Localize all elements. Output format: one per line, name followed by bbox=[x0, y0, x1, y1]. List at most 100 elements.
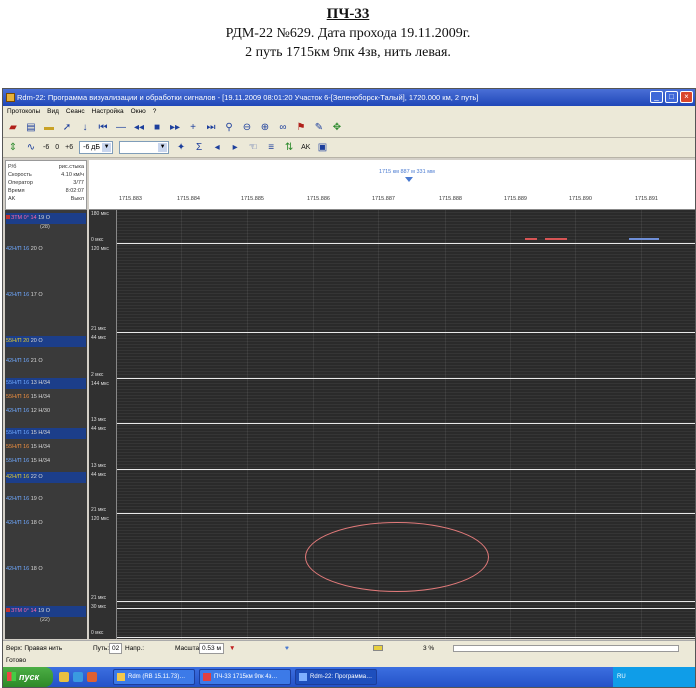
channel-row[interactable]: 42Н/П 16 19 О bbox=[6, 494, 86, 505]
status-percent: 3 % bbox=[423, 645, 435, 652]
fast-forward-icon[interactable]: ▸▸ bbox=[169, 122, 181, 134]
step-icon[interactable]: ⇅ bbox=[283, 142, 295, 154]
start-button[interactable]: пуск bbox=[3, 667, 53, 687]
task-item[interactable]: ПЧ-33 1715км 9пк 4з… bbox=[199, 669, 291, 685]
ruler-tick: 1715.889 bbox=[504, 196, 527, 202]
mode-select[interactable]: ▼ bbox=[119, 141, 170, 154]
scale-dropdown-icon[interactable]: ▼ bbox=[229, 641, 235, 656]
task-item[interactable]: Rdm (RB 15.11.73)… bbox=[113, 669, 195, 685]
next-icon[interactable]: ▸ bbox=[229, 142, 241, 154]
channel-row[interactable]: 55Н/П 16 15 Н/34 bbox=[6, 456, 86, 467]
app-icon bbox=[117, 673, 125, 681]
maximize-button[interactable]: □ bbox=[665, 91, 678, 103]
task-item[interactable]: Rdm-22: Программа… bbox=[295, 669, 377, 685]
quick-launch-icon[interactable] bbox=[87, 672, 97, 682]
stop-icon[interactable]: ■ bbox=[151, 122, 163, 134]
coordinate-ruler[interactable]: 1715 км 887 м 331 мм 1715.883 1715.884 1… bbox=[89, 160, 695, 210]
zoom-out-icon[interactable]: ⊖ bbox=[241, 122, 253, 134]
minimize-button[interactable]: _ bbox=[650, 91, 663, 103]
prev-icon[interactable]: ◂ bbox=[211, 142, 223, 154]
channel-row[interactable]: 55Н/П 16 15 Н/34 bbox=[6, 392, 86, 403]
gain-plus-button[interactable]: +6 bbox=[65, 144, 73, 151]
waveform-icon[interactable]: ∿ bbox=[25, 142, 37, 154]
lines-icon[interactable]: ≡ bbox=[265, 142, 277, 154]
quick-launch-icon[interactable] bbox=[73, 672, 83, 682]
channel-row[interactable]: 42Н/П 16 21 О bbox=[6, 356, 86, 367]
marker-icon[interactable]: ✦ bbox=[175, 142, 187, 154]
folder-icon[interactable]: ▬ bbox=[43, 122, 55, 134]
system-tray: RU bbox=[613, 667, 695, 687]
signal-plot[interactable]: 180 мкс 0 мкс 120 мкс 21 мкс 44 мкс 2 мк… bbox=[89, 210, 695, 639]
edit-icon[interactable]: ✎ bbox=[313, 122, 325, 134]
channel-panel: Р/б рис.стыка Скорость 4.10 км/ч Оператор 3… bbox=[5, 160, 87, 639]
rewind-icon[interactable]: ◂◂ bbox=[133, 122, 145, 134]
status-scale-value: 0.53 м bbox=[199, 643, 224, 654]
book-icon[interactable]: ▰ bbox=[7, 122, 19, 134]
db-select-value: -6 дБ bbox=[83, 144, 100, 151]
menu-settings[interactable]: Настройка bbox=[92, 106, 124, 118]
skip-back-icon[interactable]: ⏮ bbox=[97, 122, 109, 134]
hand-icon[interactable]: ☜ bbox=[247, 142, 259, 154]
channel-separator bbox=[117, 243, 695, 244]
menu-window[interactable]: Окно bbox=[131, 106, 146, 118]
grid-line bbox=[510, 210, 511, 639]
main-toolbar: ▰ ▤ ▬ ➚ ↓ ⏮ — ◂◂ ■ ▸▸ + ⏭ ⚲ ⊖ ⊕ ∞ ⚑ ✎ ✥ bbox=[3, 118, 695, 138]
channel-row[interactable]: 42Н/П 16 22 О bbox=[6, 472, 86, 483]
print-icon[interactable]: ▤ bbox=[25, 122, 37, 134]
menu-view[interactable]: Вид bbox=[47, 106, 59, 118]
channel-separator bbox=[117, 601, 695, 602]
grid-line bbox=[247, 210, 248, 639]
channel-row[interactable]: 42Н/П 16 18 О bbox=[6, 564, 86, 575]
gain-zero-button[interactable]: 0 bbox=[55, 144, 59, 151]
channel-separator bbox=[117, 469, 695, 470]
defect-mark bbox=[629, 238, 659, 240]
y-label: 21 мкс bbox=[91, 507, 107, 513]
status-direction-label: Напр.: bbox=[125, 645, 145, 652]
grid-line bbox=[313, 210, 314, 639]
info-box: Р/б рис.стыка Скорость 4.10 км/ч Оператор 3… bbox=[5, 160, 87, 210]
channel-row[interactable]: 42Н/П 16 12 Н/30 bbox=[6, 406, 86, 417]
export-icon[interactable]: ➚ bbox=[61, 122, 73, 134]
zoom-icon[interactable]: ⚲ bbox=[223, 122, 235, 134]
menu-help[interactable]: ? bbox=[153, 106, 157, 118]
channel-row[interactable]: 55Н/П 20 20 О bbox=[6, 336, 86, 347]
channel-separator bbox=[117, 513, 695, 514]
channel-row[interactable]: 42Н/П 16 18 О bbox=[6, 518, 86, 529]
channel-row[interactable]: 42Н/П 16 20 О bbox=[6, 244, 86, 255]
app-icon bbox=[203, 673, 211, 681]
ruler-tick: 1715.891 bbox=[635, 196, 658, 202]
status-rail: Верх: Правая нить bbox=[6, 645, 63, 652]
flag-icon[interactable]: ⚑ bbox=[295, 122, 307, 134]
move-icon[interactable]: ✥ bbox=[331, 122, 343, 134]
position-marker-icon[interactable] bbox=[405, 177, 413, 182]
y-axis-labels: 180 мкс 0 мкс 120 мкс 21 мкс 44 мкс 2 мк… bbox=[89, 210, 117, 639]
info-row: Скорость 4.10 км/ч bbox=[8, 172, 84, 178]
channel-row[interactable]: 55Н/П 16 15 Н/34 bbox=[6, 442, 86, 453]
menu-session[interactable]: Сеанс bbox=[66, 106, 85, 118]
menu-protocols[interactable]: Протоколы bbox=[7, 106, 40, 118]
windows-logo-icon bbox=[7, 672, 16, 681]
y-label: 44 мкс bbox=[91, 426, 107, 432]
adjust-icon[interactable]: ⇕ bbox=[7, 142, 19, 154]
quick-launch-icon[interactable] bbox=[59, 672, 69, 682]
skip-forward-icon[interactable]: ⏭ bbox=[205, 122, 217, 134]
minus-icon[interactable]: — bbox=[115, 122, 127, 134]
channel-row[interactable]: 55Н/П 16 13 Н/34 bbox=[6, 378, 86, 389]
language-indicator[interactable]: RU bbox=[617, 674, 626, 680]
zoom-in-icon[interactable]: ⊕ bbox=[259, 122, 271, 134]
image-icon[interactable]: ▣ bbox=[316, 142, 328, 154]
pointer-icon[interactable]: ↓ bbox=[79, 122, 91, 134]
channel-row[interactable]: 55Н/П 16 15 Н/34 bbox=[6, 428, 86, 439]
sigma-icon[interactable]: Σ bbox=[193, 142, 205, 154]
db-select[interactable]: -6 дБ ▼ bbox=[79, 141, 114, 154]
binoculars-icon[interactable]: ∞ bbox=[277, 122, 289, 134]
close-button[interactable]: × bbox=[680, 91, 693, 103]
ak-button[interactable]: AK bbox=[301, 144, 310, 151]
ruler-tick: 1715.884 bbox=[177, 196, 200, 202]
chevron-down-icon: ▼ bbox=[102, 143, 112, 152]
info-row: Время 8:02:07 bbox=[8, 188, 84, 194]
plus-icon[interactable]: + bbox=[187, 122, 199, 134]
channel-separator bbox=[117, 378, 695, 379]
channel-row[interactable]: 42Н/П 16 17 О bbox=[6, 290, 86, 301]
gain-minus-button[interactable]: -6 bbox=[43, 144, 49, 151]
